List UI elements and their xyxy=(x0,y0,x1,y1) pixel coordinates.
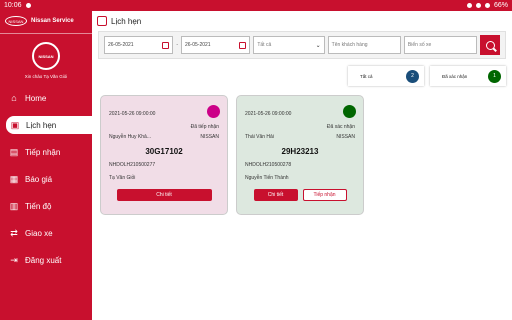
customer-name-input[interactable]: Tên khách hàng xyxy=(327,36,401,54)
customer-name: Nguyễn Huy Khả... xyxy=(109,134,151,140)
logout-icon: ⇥ xyxy=(10,254,18,265)
sidebar-item-label: Tiếp nhận xyxy=(25,147,61,157)
car-brand: NISSAN xyxy=(200,134,219,140)
location-icon xyxy=(466,3,472,8)
appointment-list: 2021-05-26 09:00:00 Đã tiếp nhận Nguyễn … xyxy=(100,95,364,215)
sidebar-divider xyxy=(0,33,92,34)
date-from-field[interactable]: 26-05-2021 xyxy=(104,36,174,54)
stat-confirmed[interactable]: Đã xác nhận 1 xyxy=(430,66,506,86)
sidebar-item-quotation[interactable]: ▦ Báo giá xyxy=(0,170,92,188)
license-plate: 29H23213 xyxy=(281,147,319,156)
page-header: Lịch hẹn xyxy=(92,11,512,31)
plate-number-input[interactable]: Biển số xe xyxy=(403,36,478,54)
customer-name: Thái Văn Hải xyxy=(245,134,274,140)
main-content: Lịch hẹn 26-05-2021 - 26-05-2021 Tất cả … xyxy=(92,11,512,320)
chevron-down-icon: ⌄ xyxy=(315,42,321,49)
battery-icon xyxy=(484,3,490,8)
status-time: 10:06 xyxy=(4,2,22,9)
search-icon xyxy=(485,40,495,50)
detail-button[interactable]: Chi tiết xyxy=(116,189,212,201)
car-brand: NISSAN xyxy=(336,134,355,140)
app-title: Nissan Service xyxy=(31,18,74,24)
sidebar-item-label: Tiến độ xyxy=(25,201,52,211)
detail-button[interactable]: Chi tiết xyxy=(253,189,298,201)
appointment-datetime: 2021-05-26 09:00:00 xyxy=(245,111,292,117)
date-from-value: 26-05-2021 xyxy=(108,42,134,48)
sidebar-item-label: Lịch hẹn xyxy=(26,120,57,130)
calendar-icon xyxy=(97,16,107,26)
sidebar-item-label: Home xyxy=(25,93,47,103)
stat-count-badge: 1 xyxy=(488,69,501,83)
appointment-status: Đã tiếp nhận xyxy=(190,124,219,130)
date-range-separator: - xyxy=(176,42,178,48)
invoice-icon: ▦ xyxy=(9,173,19,184)
home-icon: ⌂ xyxy=(11,93,17,103)
sidebar-item-delivery[interactable]: ⇄ Giao xe xyxy=(0,224,92,242)
sidebar-item-label: Đăng xuất xyxy=(25,255,62,265)
page-title: Lịch hẹn xyxy=(111,16,142,26)
greeting-text: Xin chào Tạ Văn Giỏi xyxy=(24,74,68,79)
stat-count-badge: 2 xyxy=(406,69,419,83)
document-icon: ▤ xyxy=(9,146,19,157)
stat-all[interactable]: Tất cả 2 xyxy=(348,66,424,86)
stat-label: Tất cả xyxy=(360,73,373,79)
battery-level: 66% xyxy=(493,2,508,9)
calendar-icon[interactable] xyxy=(239,41,247,49)
sidebar-item-home[interactable]: ⌂ Home xyxy=(0,89,92,107)
sidebar-item-progress[interactable]: ▥ Tiến độ xyxy=(0,197,92,215)
appointment-card: 2021-05-26 09:00:00 Đã tiếp nhận Nguyễn … xyxy=(100,95,228,215)
appointment-status: Đã xác nhận xyxy=(326,124,355,130)
advisor-name: Tạ Văn Giỏi xyxy=(109,175,136,181)
license-plate: 30G17102 xyxy=(145,147,183,156)
app-brand: NISSAN Nissan Service xyxy=(0,11,92,31)
advisor-name: Nguyễn Tiến Thành xyxy=(245,175,289,181)
calendar-icon[interactable] xyxy=(162,41,170,49)
search-button[interactable] xyxy=(480,35,500,55)
status-summary: Tất cả 2 Đã xác nhận 1 xyxy=(348,66,506,86)
appointment-code: NHDOLH210500278 xyxy=(245,162,292,168)
status-select[interactable]: Tất cả ⌄ xyxy=(253,36,325,54)
calendar-icon: ▣ xyxy=(10,119,20,130)
nissan-logo-small: NISSAN xyxy=(5,16,27,26)
notification-icon xyxy=(25,3,31,8)
sidebar-item-logout[interactable]: ⇥ Đăng xuất xyxy=(0,251,92,269)
status-select-value: Tất cả xyxy=(257,42,272,48)
appointment-datetime: 2021-05-26 09:00:00 xyxy=(109,111,156,117)
receive-button[interactable]: Tiếp nhận xyxy=(302,189,347,201)
date-to-field[interactable]: 26-05-2021 xyxy=(181,36,251,54)
appointment-code: NHDOLH210500277 xyxy=(109,162,156,168)
date-to-value: 26-05-2021 xyxy=(185,42,211,48)
sidebar-item-appointments[interactable]: ▣ Lịch hẹn xyxy=(6,116,92,134)
sidebar-item-reception[interactable]: ▤ Tiếp nhận xyxy=(0,143,92,161)
stat-label: Đã xác nhận xyxy=(442,73,468,79)
appointment-card: 2021-05-26 09:00:00 Đã xác nhận Thái Văn… xyxy=(236,95,364,215)
filter-bar: 26-05-2021 - 26-05-2021 Tất cả ⌄ Tên khá… xyxy=(98,31,506,59)
wifi-icon xyxy=(475,3,481,8)
status-bar: 10:06 66% xyxy=(0,0,512,11)
handover-icon: ⇄ xyxy=(10,227,18,238)
sidebar-item-label: Báo giá xyxy=(25,174,53,184)
nissan-logo: NISSAN xyxy=(32,42,60,70)
sidebar-item-label: Giao xe xyxy=(25,228,53,238)
chart-icon: ▥ xyxy=(9,200,19,211)
sidebar: NISSAN Nissan Service NISSAN Xin chào Tạ… xyxy=(0,11,92,320)
